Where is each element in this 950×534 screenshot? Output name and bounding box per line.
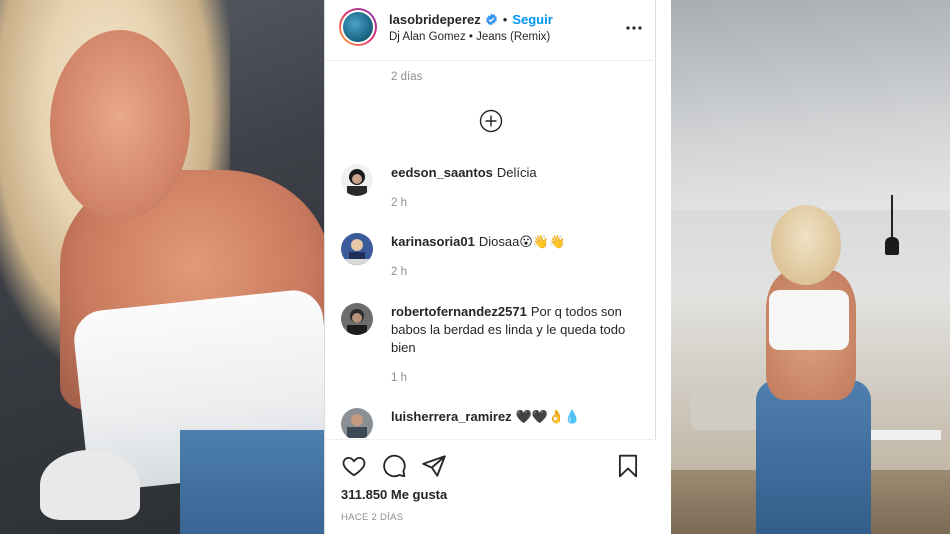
comment-time: 2 días [391, 71, 423, 83]
avatar[interactable] [341, 164, 373, 196]
post-actions-footer: 311.850 Me gusta HACE 2 DÍAS [325, 439, 657, 534]
comment-username[interactable]: eedson_saantos [391, 165, 493, 180]
photo-hair [771, 205, 841, 285]
post-username[interactable]: lasobridеperez [389, 12, 481, 27]
post-header: lasobridеperez • Seguir Dj Alan Gomez • … [325, 0, 657, 61]
photo-face [50, 30, 190, 220]
left-photo [0, 0, 324, 534]
right-photo [671, 0, 950, 534]
comment-text: Delícia [496, 165, 537, 180]
plus-circle-icon[interactable] [479, 109, 503, 133]
comment-bubble-icon[interactable] [381, 453, 407, 479]
profile-avatar[interactable] [339, 8, 377, 46]
action-bar [341, 453, 641, 479]
more-options-icon[interactable] [625, 19, 643, 37]
comment-text: Diosaa😮👋👋 [478, 234, 566, 249]
comment-time: 2 h [391, 266, 407, 278]
audio-track[interactable]: Dj Alan Gomez • Jeans (Remix) [389, 31, 619, 43]
photo-chair [40, 450, 140, 520]
avatar[interactable] [341, 233, 373, 265]
avatar[interactable] [341, 303, 373, 335]
instagram-post-panel: lasobridеperez • Seguir Dj Alan Gomez • … [324, 0, 657, 534]
avatar[interactable] [341, 408, 373, 438]
verified-badge-icon [485, 13, 498, 26]
paper-plane-icon[interactable] [421, 453, 447, 479]
follow-button[interactable]: Seguir [512, 12, 552, 27]
heart-icon[interactable] [341, 453, 367, 479]
comment-text: 🖤🖤👌💧 [515, 409, 581, 424]
photo-lamp [885, 195, 899, 255]
comment-username[interactable]: karinasoria01 [391, 234, 475, 249]
photo-jeans [756, 380, 871, 534]
post-date: HACE 2 DÍAS [341, 512, 404, 523]
dot-separator: • [502, 11, 508, 27]
photo-white-top [769, 290, 849, 350]
photo-jeans [180, 430, 324, 534]
panel-gap [656, 0, 671, 534]
photo-table [861, 430, 941, 440]
comment-time: 2 h [391, 197, 407, 209]
bookmark-icon[interactable] [615, 453, 641, 479]
comment-username[interactable]: luisherrera_ramirez [391, 409, 512, 424]
photo-ceiling [671, 0, 950, 210]
header-text: lasobridеperez • Seguir Dj Alan Gomez • … [389, 10, 619, 44]
comment-time: 1 h [391, 372, 407, 384]
comment-username[interactable]: robertofernandez2571 [391, 304, 527, 319]
likes-count[interactable]: 311.850 Me gusta [341, 487, 447, 502]
comments-list: 2 días eedson_saantos Delícia 2 h karina… [325, 62, 657, 438]
